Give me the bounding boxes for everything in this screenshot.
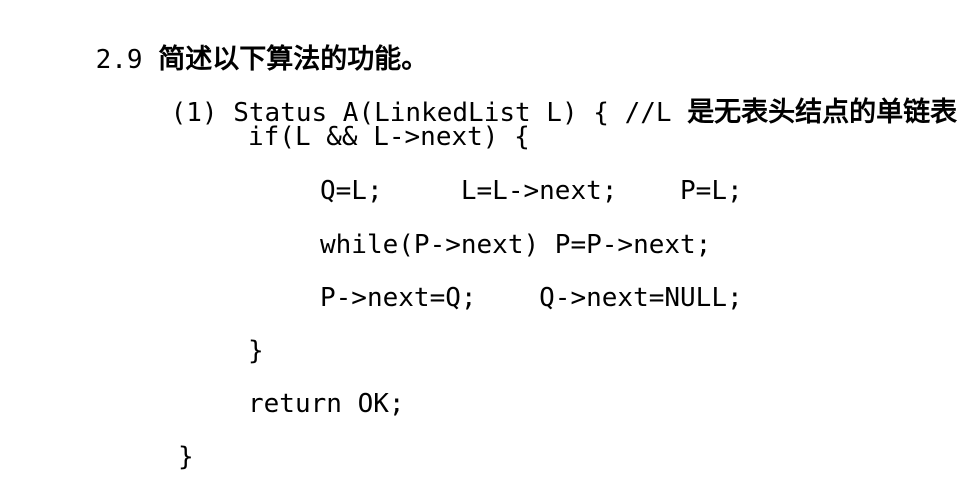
code-line-signature: (1) Status A(LinkedList L) { //L 是无表头结点的… xyxy=(108,68,958,158)
code-line-if: if(L && L->next) { xyxy=(248,122,530,152)
code-line-return: return OK; xyxy=(248,389,405,419)
code-line-assign: Q=L; L=L->next; P=L; xyxy=(320,176,743,206)
code-line-link: P->next=Q; Q->next=NULL; xyxy=(320,283,743,313)
signature-comment: 是无表头结点的单链表 xyxy=(687,97,958,128)
code-line-close-if: } xyxy=(248,336,264,366)
code-line-while: while(P->next) P=P->next; xyxy=(320,230,712,260)
code-line-close-function: } xyxy=(178,442,194,472)
document-page: 2.9 简述以下算法的功能。 (1) Status A(LinkedList L… xyxy=(0,0,977,485)
